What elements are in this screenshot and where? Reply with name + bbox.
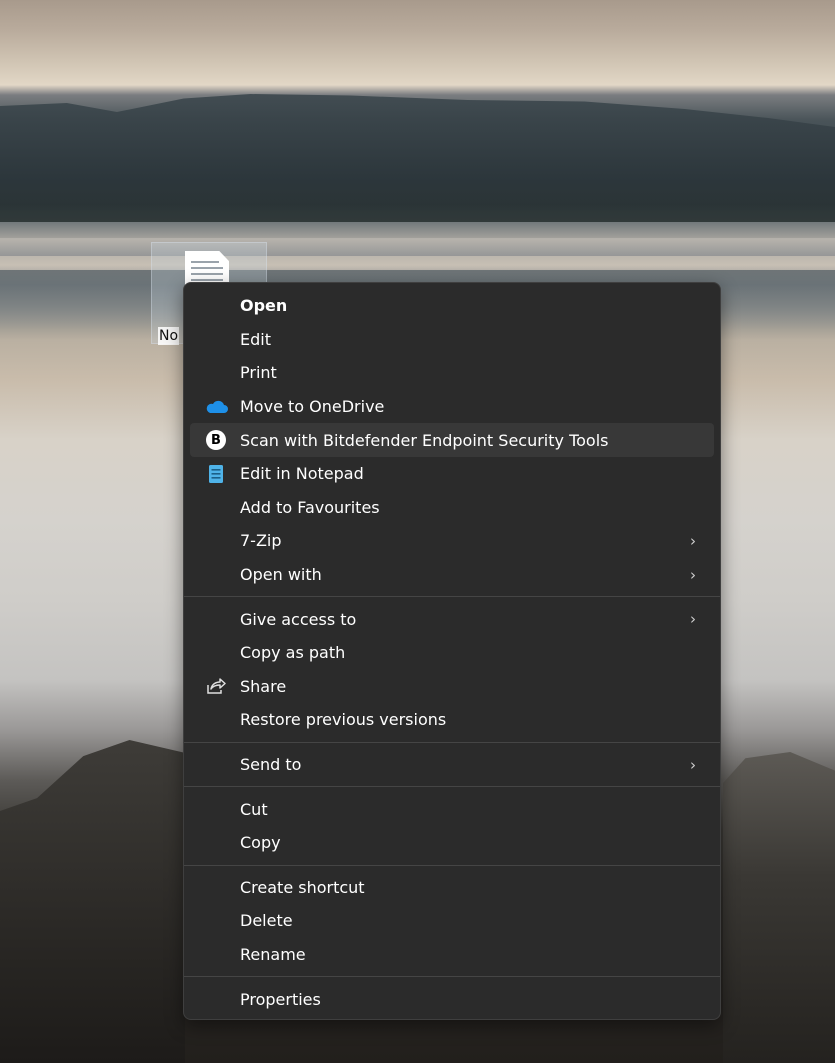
file-name-label: No [158,327,180,345]
onedrive-cloud-icon [206,400,228,413]
menu-item-label: Create shortcut [240,877,365,897]
context-menu: Open Edit Print Move to OneDrive B Scan … [183,282,721,1020]
stone-wall-right [723,752,835,1063]
menu-item-label: Restore previous versions [240,710,447,730]
menu-item-label: Copy as path [240,643,346,663]
menu-item-label: 7-Zip [240,531,282,551]
menu-item-label: Delete [240,911,293,931]
menu-item-copy-as-path[interactable]: Copy as path [190,636,714,670]
menu-item-cut[interactable]: Cut [190,792,714,826]
menu-item-scan-bitdefender[interactable]: B Scan with Bitdefender Endpoint Securit… [190,423,714,457]
menu-item-label: Properties [240,989,321,1009]
menu-separator [184,864,720,866]
menu-item-label: Open [240,296,288,316]
menu-item-add-to-favourites[interactable]: Add to Favourites [190,491,714,525]
menu-item-share[interactable]: Share [190,670,714,704]
stone-wall-left [0,740,185,1063]
menu-item-open-with[interactable]: Open with › [190,558,714,592]
bitdefender-icon: B [206,430,226,451]
menu-item-label: Move to OneDrive [240,397,385,417]
notepad-icon [209,464,223,483]
menu-separator [184,596,720,598]
chevron-right-icon: › [690,531,696,550]
share-icon [207,678,226,695]
menu-item-properties[interactable]: Properties [190,982,714,1016]
lake-surface [0,222,835,256]
menu-item-restore-previous-versions[interactable]: Restore previous versions [190,703,714,737]
menu-item-label: Copy [240,833,281,853]
menu-item-delete[interactable]: Delete [190,904,714,938]
menu-item-copy[interactable]: Copy [190,826,714,860]
menu-item-open[interactable]: Open [190,289,714,323]
menu-item-edit[interactable]: Edit [190,323,714,357]
chevron-right-icon: › [690,565,696,584]
menu-item-label: Cut [240,799,268,819]
menu-item-label: Share [240,676,287,696]
chevron-right-icon: › [690,755,696,774]
menu-item-label: Send to [240,755,302,775]
menu-item-label: Give access to [240,609,357,629]
menu-item-send-to[interactable]: Send to › [190,748,714,782]
menu-item-label: Edit in Notepad [240,464,364,484]
menu-item-7zip[interactable]: 7-Zip › [190,524,714,558]
menu-item-rename[interactable]: Rename [190,938,714,972]
desktop-background: No Open Edit Print Move to OneDrive B Sc… [0,0,835,1063]
menu-item-edit-in-notepad[interactable]: Edit in Notepad [190,457,714,491]
menu-item-label: Print [240,363,277,383]
menu-item-label: Rename [240,944,306,964]
menu-item-print[interactable]: Print [190,356,714,390]
menu-item-create-shortcut[interactable]: Create shortcut [190,871,714,905]
chevron-right-icon: › [690,610,696,629]
menu-separator [184,741,720,743]
menu-item-give-access-to[interactable]: Give access to › [190,602,714,636]
menu-item-label: Open with [240,565,322,585]
menu-item-label: Edit [240,329,271,349]
menu-separator [184,786,720,788]
menu-item-move-to-onedrive[interactable]: Move to OneDrive [190,390,714,424]
menu-item-label: Add to Favourites [240,497,380,517]
menu-item-label: Scan with Bitdefender Endpoint Security … [240,430,609,450]
menu-separator [184,976,720,978]
hill-landscape [0,94,835,238]
